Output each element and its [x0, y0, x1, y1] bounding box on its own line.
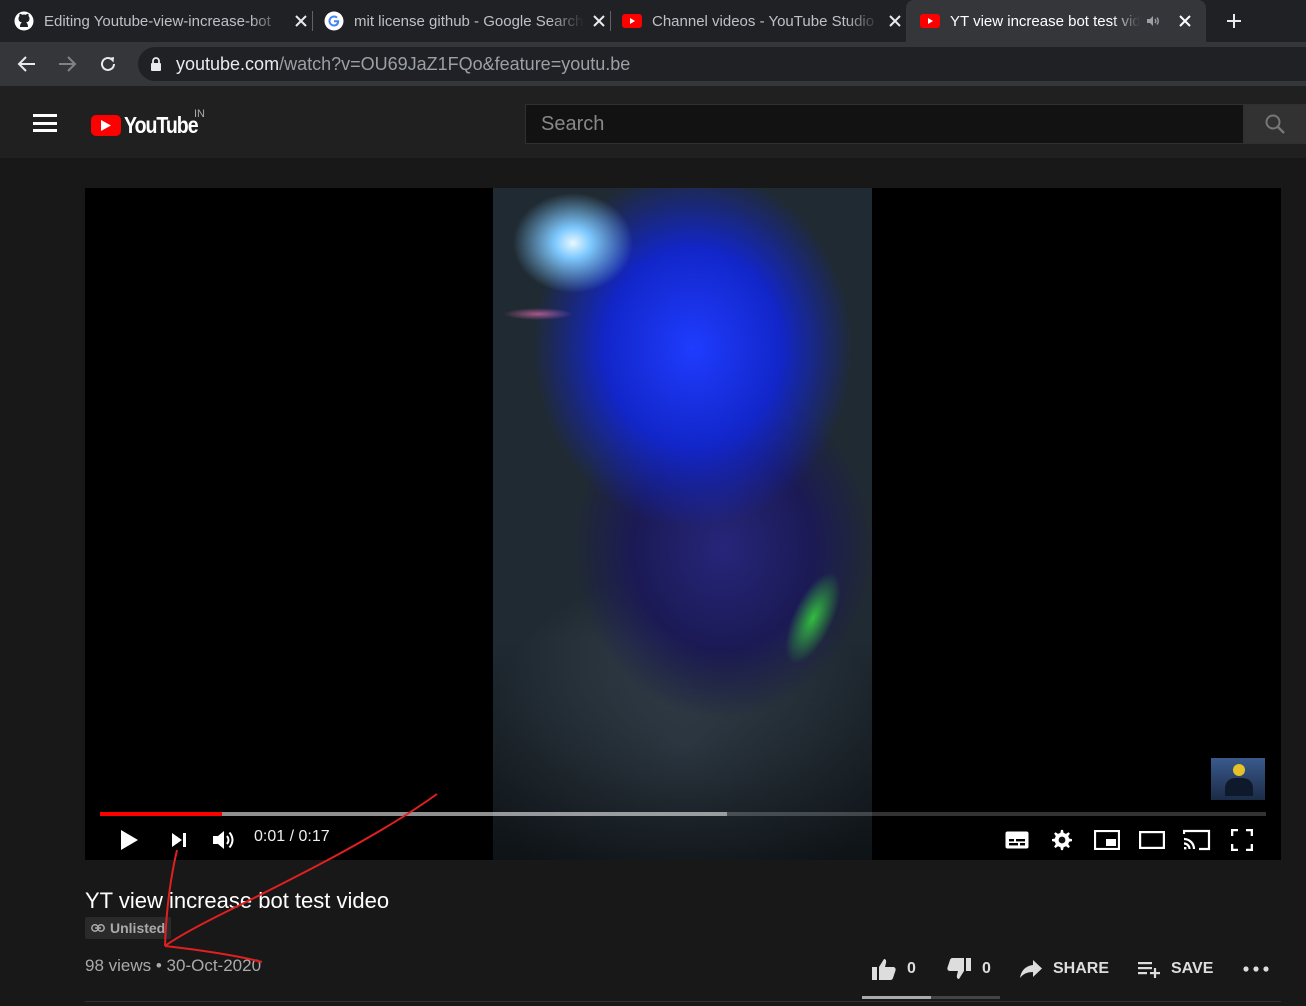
country-code: IN: [194, 108, 205, 120]
tab-separator: [610, 11, 611, 31]
share-icon: [1020, 960, 1042, 978]
close-icon[interactable]: [1176, 12, 1194, 30]
cast-icon: [1183, 829, 1211, 851]
video-title: YT view increase bot test video: [85, 888, 390, 913]
share-label: SHARE: [1053, 960, 1110, 977]
lock-icon: [150, 56, 162, 72]
url-host: youtube.com: [176, 53, 280, 74]
thumbs-up-icon: [872, 959, 896, 980]
play-button[interactable]: [115, 826, 143, 854]
close-icon[interactable]: [292, 12, 310, 30]
search-input[interactable]: Search: [525, 104, 1244, 144]
youtube-logo[interactable]: YouTube IN: [91, 108, 211, 139]
browser-tab-github[interactable]: Editing Youtube-view-increase-bot: [14, 0, 310, 42]
volume-icon: [213, 831, 234, 849]
gear-icon: [1052, 829, 1072, 851]
skip-next-icon: [172, 833, 186, 847]
url-path: /watch?v=OU69JaZ1FQo&feature=youtu.be: [279, 53, 631, 74]
playlist-add-icon: [1138, 962, 1160, 978]
browser-tab-youtube-studio[interactable]: Channel videos - YouTube Studio: [622, 0, 904, 42]
next-button[interactable]: [167, 828, 191, 852]
cast-button[interactable]: [1182, 826, 1212, 854]
plus-icon: [1227, 14, 1241, 28]
settings-button[interactable]: [1048, 826, 1076, 854]
save-label: SAVE: [1171, 960, 1214, 977]
address-bar[interactable]: youtube.com/watch?v=OU69JaZ1FQo&feature=…: [138, 47, 1306, 81]
logo-text: YouTube: [124, 112, 199, 138]
dislike-button[interactable]: 0: [946, 954, 991, 984]
hamburger-menu-icon[interactable]: [33, 114, 57, 132]
tab-title: Editing Youtube-view-increase-bot: [44, 12, 271, 30]
search-icon: [1265, 114, 1285, 134]
arrow-left-icon: [17, 56, 35, 72]
dislike-count: 0: [982, 960, 991, 977]
sentiment-bar: [862, 996, 1000, 999]
browser-tab-bar: Editing Youtube-view-increase-bot mit li…: [0, 0, 1306, 42]
search-placeholder: Search: [541, 112, 605, 135]
tab-title: mit license github - Google Search: [354, 12, 584, 30]
unlisted-badge: Unlisted: [85, 917, 172, 939]
fullscreen-button[interactable]: [1228, 826, 1256, 854]
share-button[interactable]: SHARE: [1019, 954, 1109, 984]
tab-separator: [312, 11, 313, 31]
light-streak: [503, 308, 573, 320]
back-button[interactable]: [15, 52, 39, 76]
miniplayer-button[interactable]: [1093, 826, 1121, 854]
close-icon[interactable]: [886, 12, 904, 30]
divider: [85, 1001, 1281, 1002]
theater-mode-button[interactable]: [1138, 826, 1166, 854]
like-count: 0: [907, 960, 916, 977]
forward-button[interactable]: [55, 52, 79, 76]
audio-playing-icon[interactable]: [1144, 12, 1162, 30]
volume-button[interactable]: [211, 826, 239, 854]
youtube-play-icon: [91, 115, 121, 136]
fullscreen-icon: [1231, 829, 1253, 851]
more-actions-button[interactable]: [1243, 954, 1269, 984]
subtitles-icon: [1005, 831, 1029, 849]
tab-title: Channel videos - YouTube Studio: [652, 12, 875, 30]
youtube-icon: [622, 11, 642, 31]
search-button[interactable]: [1244, 104, 1306, 144]
sentiment-fill: [862, 996, 931, 999]
miniplayer-icon: [1094, 830, 1120, 850]
video-player[interactable]: 0:01 / 0:17: [85, 188, 1281, 860]
progress-played: [100, 812, 223, 816]
tab-title: YT view increase bot test video: [950, 12, 1140, 30]
theater-icon: [1139, 831, 1165, 849]
reload-icon: [101, 56, 115, 71]
play-icon: [121, 830, 138, 850]
reload-button[interactable]: [96, 52, 120, 76]
progress-bar[interactable]: [100, 812, 1266, 816]
youtube-masthead: YouTube IN Search: [0, 86, 1306, 158]
browser-tab-google[interactable]: mit license github - Google Search: [324, 0, 608, 42]
save-button[interactable]: SAVE: [1137, 954, 1213, 984]
time-display: 0:01 / 0:17: [254, 828, 330, 845]
youtube-icon: [920, 11, 940, 31]
google-icon: [324, 11, 344, 31]
browser-toolbar: youtube.com/watch?v=OU69JaZ1FQo&feature=…: [0, 42, 1306, 86]
thumbs-down-icon: [947, 958, 971, 979]
close-icon[interactable]: [590, 12, 608, 30]
github-icon: [14, 11, 34, 31]
like-button[interactable]: 0: [871, 954, 916, 984]
subtitles-button[interactable]: [1003, 826, 1031, 854]
new-tab-button[interactable]: [1222, 9, 1246, 33]
video-meta: 98 views • 30-Oct-2020: [85, 956, 262, 975]
channel-watermark[interactable]: [1211, 758, 1265, 800]
more-horizontal-icon: [1243, 966, 1269, 972]
arrow-right-icon: [59, 56, 77, 72]
link-icon: [91, 924, 105, 932]
visibility-label: Unlisted: [110, 920, 166, 936]
browser-tab-active-video[interactable]: YT view increase bot test video: [906, 0, 1206, 42]
